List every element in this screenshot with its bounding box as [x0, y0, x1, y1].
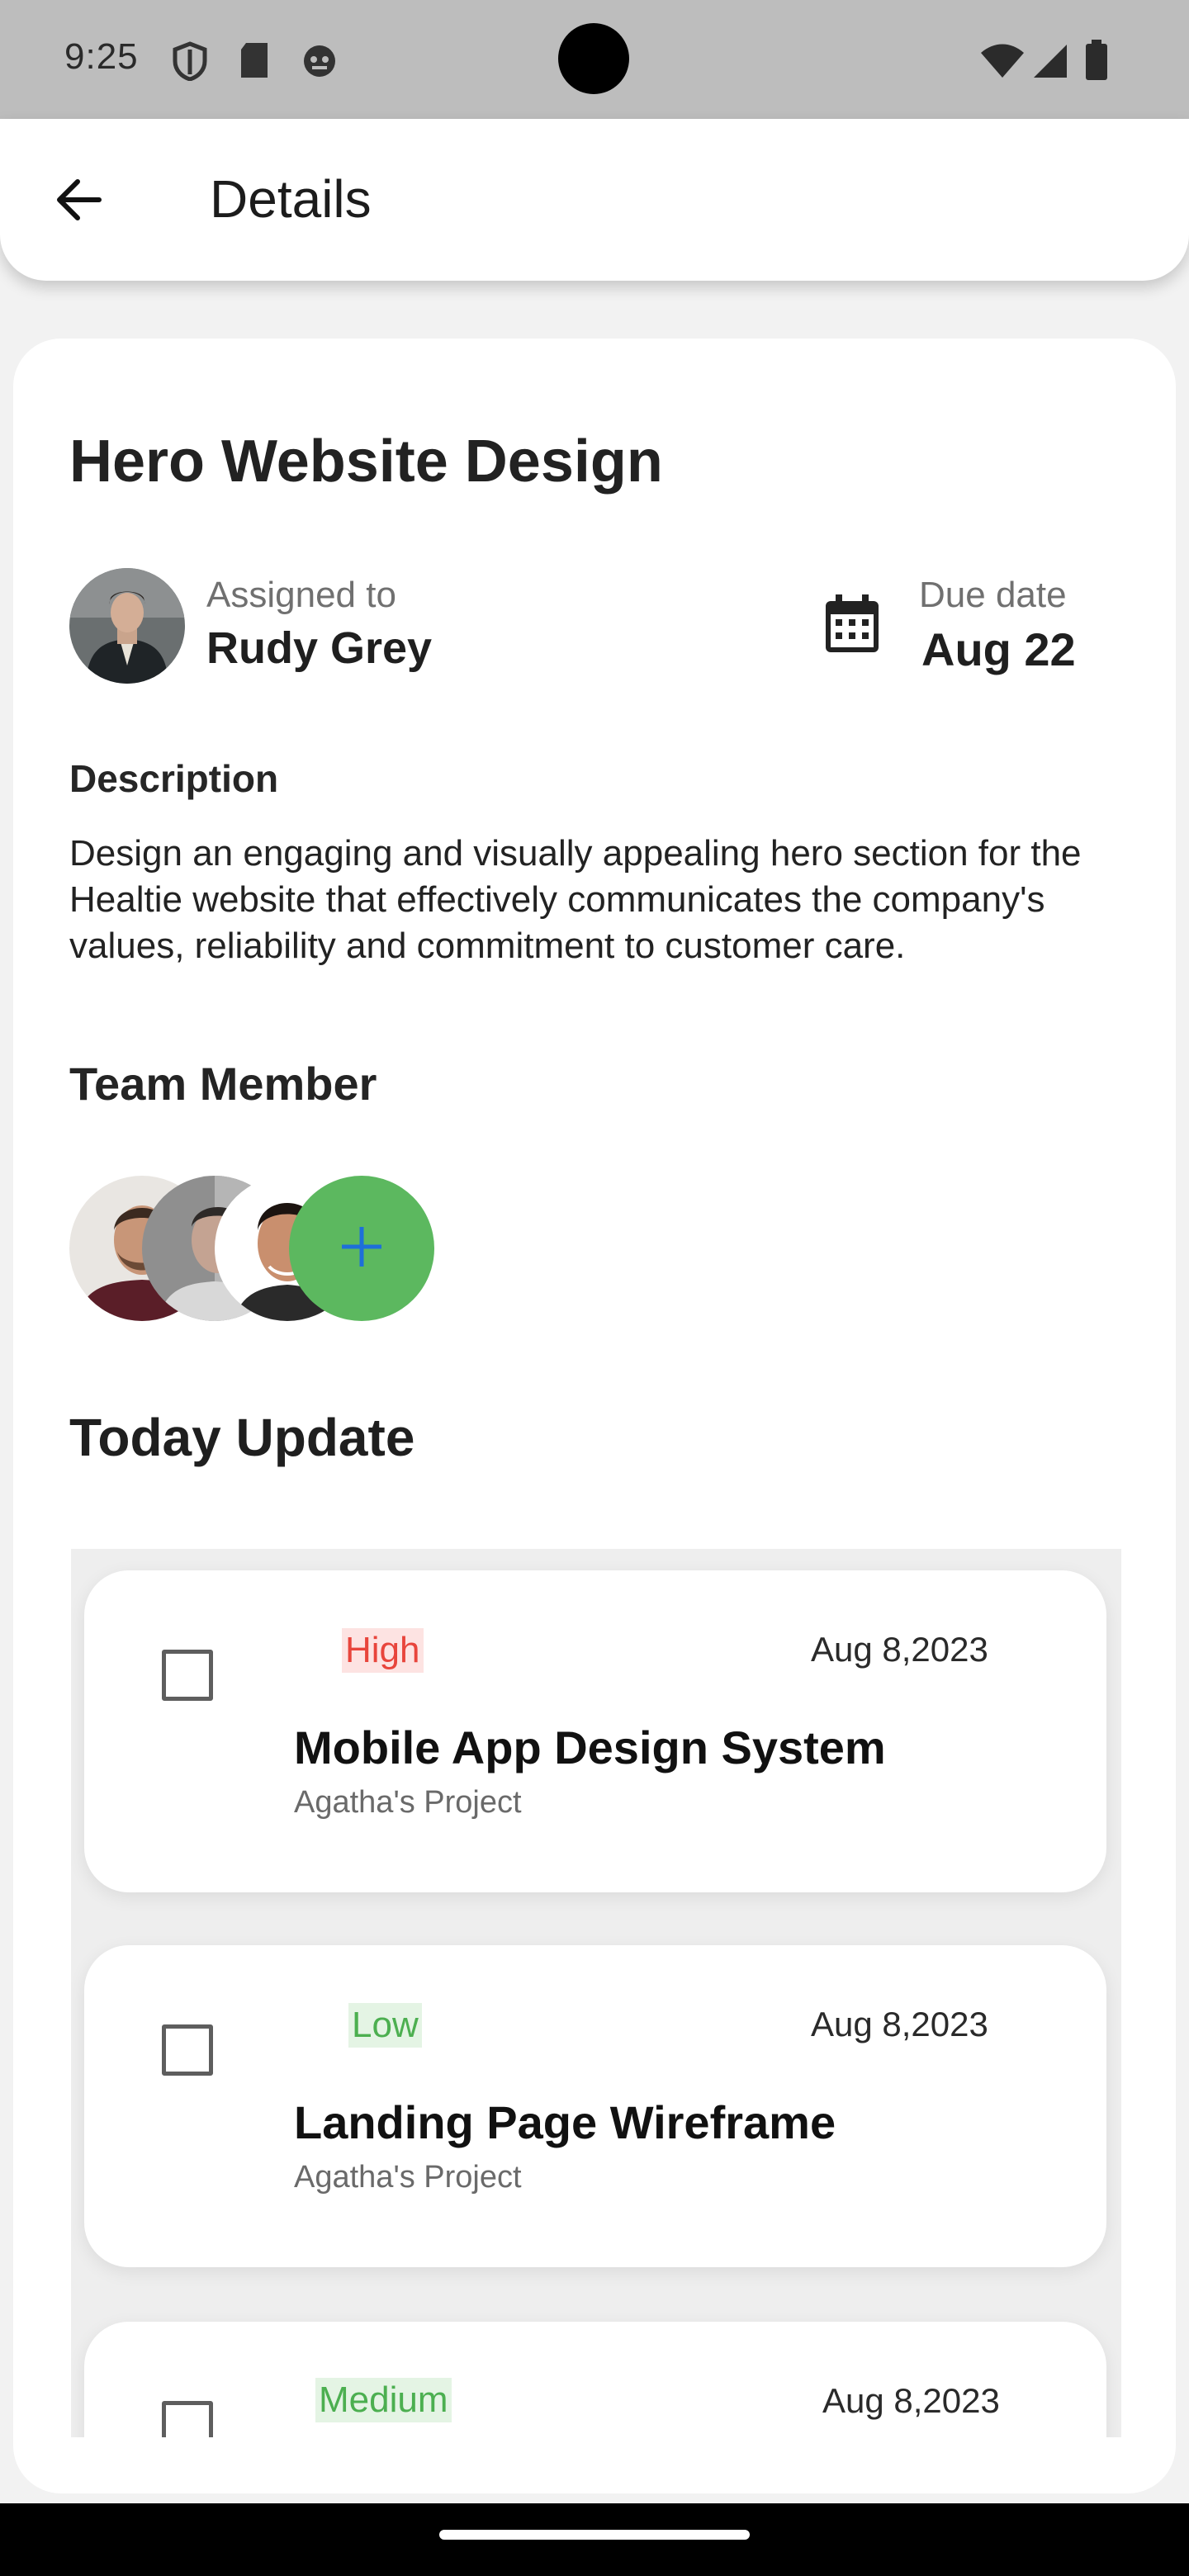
update-date: Aug 8,2023: [822, 2381, 1000, 2420]
task-checkbox[interactable]: [162, 1650, 213, 1701]
update-title: Landing Page Wireframe: [294, 2096, 836, 2148]
plus-icon: [339, 1224, 385, 1274]
battery-icon: [1085, 40, 1108, 85]
app-bar: Details: [0, 119, 1189, 281]
task-checkbox[interactable]: [162, 2024, 213, 2076]
team-member-label: Team Member: [69, 1058, 377, 1110]
priority-badge: High: [342, 1628, 424, 1673]
update-card[interactable]: High Aug 8,2023 Mobile App Design System…: [84, 1570, 1106, 1892]
due-date-value: Aug 22: [921, 623, 1076, 675]
assignee-avatar[interactable]: [69, 568, 185, 684]
description-label: Description: [69, 757, 279, 800]
task-detail-card: Hero Website Design Assigned to Rudy Gre…: [13, 339, 1176, 2493]
update-card[interactable]: Medium Aug 8,2023: [84, 2322, 1106, 2437]
team-members: [69, 1176, 482, 1321]
sd-card-icon: [238, 41, 271, 83]
update-title: Mobile App Design System: [294, 1721, 886, 1773]
add-team-member-button[interactable]: [289, 1176, 434, 1321]
description-text: Design an engaging and visually appealin…: [69, 833, 1082, 966]
update-date: Aug 8,2023: [811, 1630, 988, 1669]
calendar-icon: [819, 591, 885, 657]
today-update-label: Today Update: [69, 1408, 415, 1467]
assigned-to-label: Assigned to: [206, 575, 396, 615]
task-checkbox[interactable]: [162, 2401, 213, 2437]
update-card[interactable]: Low Aug 8,2023 Landing Page Wireframe Ag…: [84, 1945, 1106, 2267]
task-title: Hero Website Design: [69, 429, 663, 495]
status-bar: 9:25: [0, 0, 1189, 119]
priority-badge: Medium: [315, 2378, 452, 2422]
update-date: Aug 8,2023: [811, 2005, 988, 2043]
signal-icon: [1032, 43, 1068, 83]
assignee-name: Rudy Grey: [206, 623, 433, 673]
status-time: 9:25: [64, 36, 139, 77]
priority-badge: Low: [348, 2003, 422, 2048]
camera-cutout: [558, 23, 629, 94]
update-project: Agatha's Project: [294, 1785, 522, 1820]
update-project: Agatha's Project: [294, 2160, 522, 2195]
shield-icon: [172, 41, 208, 85]
page-title: Details: [210, 169, 372, 229]
home-gesture-handle[interactable]: [439, 2530, 750, 2540]
robot-icon: [301, 41, 339, 82]
today-update-list: High Aug 8,2023 Mobile App Design System…: [71, 1549, 1121, 2437]
wifi-icon: [979, 43, 1026, 83]
arrow-left-icon[interactable]: [50, 170, 109, 230]
due-date-label: Due date: [919, 575, 1067, 615]
navigation-bar: [0, 2503, 1189, 2576]
